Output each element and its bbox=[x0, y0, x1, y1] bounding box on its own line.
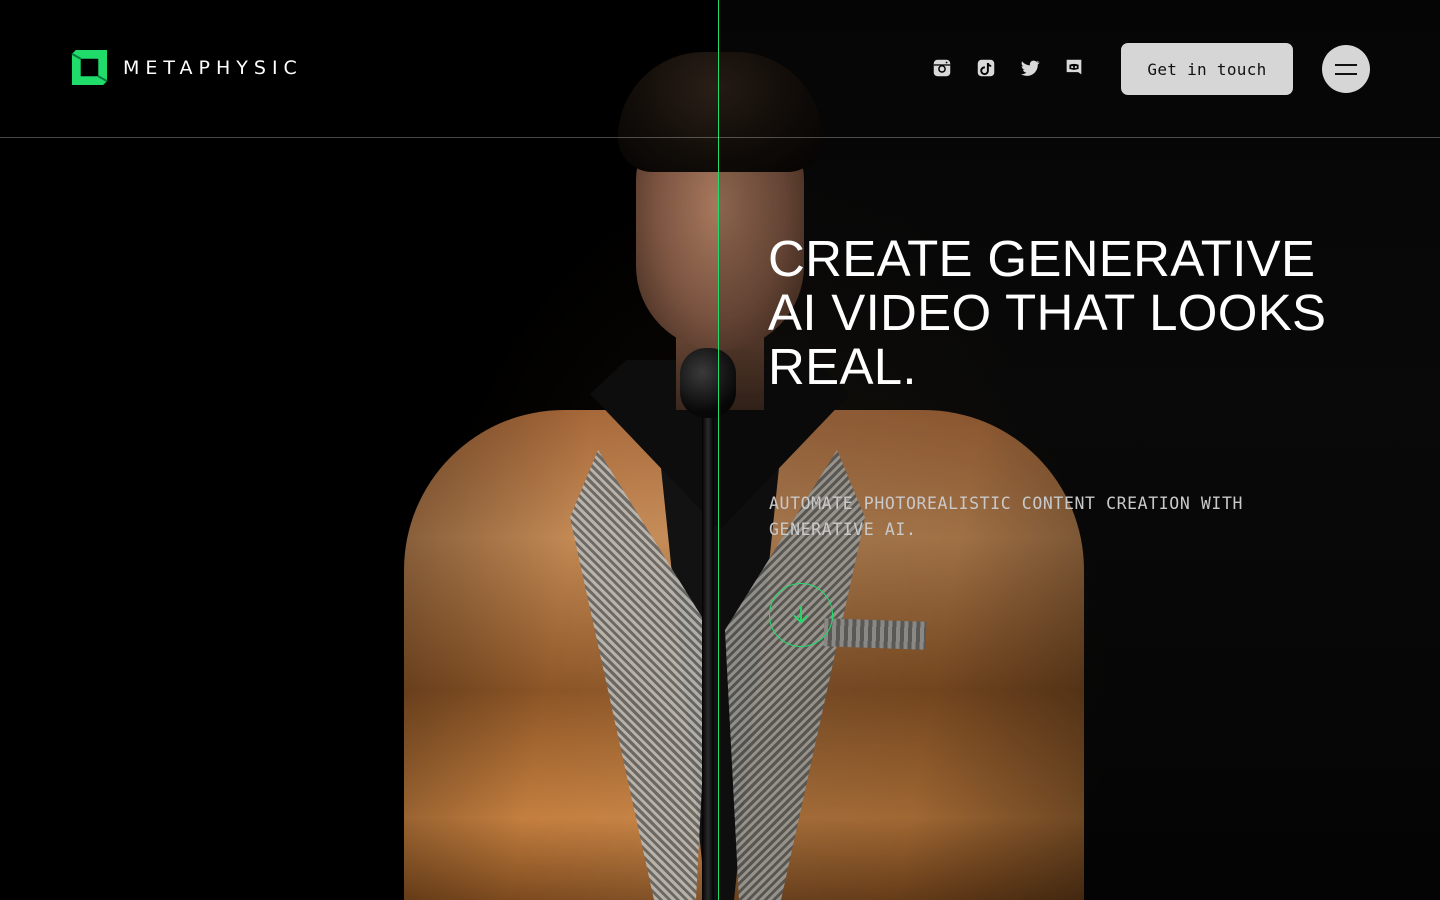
twitter-icon[interactable] bbox=[1018, 56, 1042, 80]
get-in-touch-button[interactable]: Get in touch bbox=[1121, 43, 1293, 95]
arrow-down-icon bbox=[793, 605, 809, 624]
metaphysic-logo-icon bbox=[71, 49, 108, 86]
microphone-stand bbox=[702, 410, 714, 900]
generated-side-overlay bbox=[719, 0, 1440, 900]
hamburger-icon-bar bbox=[1335, 72, 1357, 75]
split-divider-line bbox=[718, 0, 719, 900]
discord-icon[interactable] bbox=[1062, 56, 1086, 80]
scroll-down-button[interactable] bbox=[769, 583, 833, 647]
brand-name: METAPHYSIC bbox=[123, 56, 303, 79]
hero-subheadline: AUTOMATE PHOTOREALISTIC CONTENT CREATION… bbox=[769, 494, 1244, 539]
tiktok-icon[interactable] bbox=[974, 56, 998, 80]
brand-logo[interactable]: METAPHYSIC bbox=[70, 48, 303, 87]
social-links bbox=[930, 56, 1086, 80]
instagram-icon[interactable] bbox=[930, 56, 954, 80]
menu-button[interactable] bbox=[1322, 45, 1370, 93]
header-divider bbox=[0, 137, 1440, 138]
hamburger-icon bbox=[1335, 63, 1357, 66]
hero-background bbox=[0, 0, 1440, 900]
hero-headline: CREATE GENERATIVE AI VIDEO THAT LOOKS RE… bbox=[768, 230, 1327, 395]
